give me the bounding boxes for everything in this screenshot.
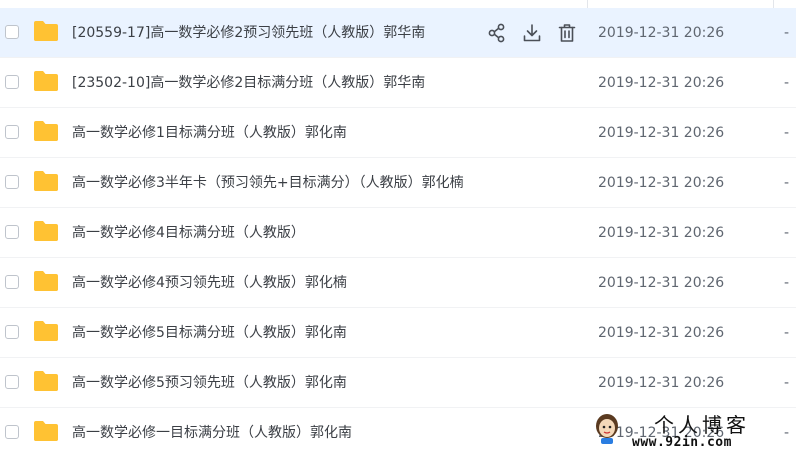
folder-icon — [34, 121, 58, 141]
row-checkbox[interactable] — [5, 175, 19, 189]
row-checkbox[interactable] — [5, 75, 19, 89]
folder-icon — [34, 421, 58, 441]
delete-icon[interactable] — [556, 22, 578, 44]
file-name[interactable]: 高一数学必修5目标满分班（人教版）郭化南 — [72, 324, 347, 342]
watermark-title: 个人博客 — [654, 413, 750, 437]
folder-icon — [34, 171, 58, 191]
folder-icon — [34, 371, 58, 391]
row-checkbox[interactable] — [5, 25, 19, 39]
row-checkbox[interactable] — [5, 125, 19, 139]
file-name[interactable]: 高一数学必修4预习领先班（人教版）郭化楠 — [72, 274, 347, 292]
file-name[interactable]: 高一数学必修4目标满分班（人教版） — [72, 224, 305, 242]
modified-time: 2019-12-31 20:26 — [598, 125, 725, 141]
file-row[interactable]: [20559-17]高一数学必修2预习领先班（人教版）郭华南 2019-12-31… — [0, 8, 796, 58]
row-checkbox[interactable] — [5, 375, 19, 389]
file-name[interactable]: 高一数学必修3半年卡（预习领先+目标满分）（人教版）郭化楠 — [72, 174, 464, 192]
file-row[interactable]: 高一数学必修4预习领先班（人教版）郭化楠 2019-12-31 20:26 - — [0, 258, 796, 308]
column-divider — [587, 0, 588, 8]
folder-icon — [34, 71, 58, 91]
row-checkbox[interactable] — [5, 225, 19, 239]
modified-time: 2019-12-31 20:26 — [598, 25, 725, 41]
file-size: - — [784, 375, 790, 391]
file-size: - — [784, 175, 790, 191]
file-row[interactable]: 高一数学必修5目标满分班（人教版）郭化南 2019-12-31 20:26 - — [0, 308, 796, 358]
modified-time: 2019-12-31 20:26 — [598, 275, 725, 291]
file-size: - — [784, 25, 790, 41]
download-icon[interactable] — [521, 22, 543, 44]
modified-time: 2019-12-31 20:26 — [598, 225, 725, 241]
folder-icon — [34, 221, 58, 241]
file-row[interactable]: [23502-10]高一数学必修2目标满分班（人教版）郭华南 2019-12-31… — [0, 58, 796, 108]
file-row[interactable]: 高一数学必修1目标满分班（人教版）郭化南 2019-12-31 20:26 - — [0, 108, 796, 158]
file-size: - — [784, 275, 790, 291]
watermark-url: www.92in.com — [632, 435, 732, 450]
mascot-icon — [596, 414, 618, 444]
folder-icon — [34, 271, 58, 291]
modified-time: 2019-12-31 20:26 — [598, 175, 725, 191]
watermark: 个人博客 www.92in.com — [592, 409, 792, 453]
file-size: - — [784, 225, 790, 241]
file-name[interactable]: [23502-10]高一数学必修2目标满分班（人教版）郭华南 — [72, 74, 425, 92]
file-name[interactable]: 高一数学必修1目标满分班（人教版）郭化南 — [72, 124, 347, 142]
modified-time: 2019-12-31 20:26 — [598, 325, 725, 341]
row-checkbox[interactable] — [5, 275, 19, 289]
column-divider — [773, 0, 774, 8]
file-size: - — [784, 325, 790, 341]
file-size: - — [784, 75, 790, 91]
row-checkbox[interactable] — [5, 425, 19, 439]
file-name[interactable]: 高一数学必修一目标满分班（人教版）郭化南 — [72, 424, 352, 442]
file-list-view: [20559-17]高一数学必修2预习领先班（人教版）郭华南 2019-12-31… — [0, 0, 796, 457]
file-size: - — [784, 125, 790, 141]
folder-icon — [34, 321, 58, 341]
file-name[interactable]: [20559-17]高一数学必修2预习领先班（人教版）郭华南 — [72, 24, 425, 42]
share-icon[interactable] — [486, 22, 508, 44]
row-checkbox[interactable] — [5, 325, 19, 339]
modified-time: 2019-12-31 20:26 — [598, 75, 725, 91]
file-row[interactable]: 高一数学必修3半年卡（预习领先+目标满分）（人教版）郭化楠 2019-12-31 … — [0, 158, 796, 208]
file-row[interactable]: 高一数学必修5预习领先班（人教版）郭化南 2019-12-31 20:26 - — [0, 358, 796, 408]
modified-time: 2019-12-31 20:26 — [598, 375, 725, 391]
folder-icon — [34, 21, 58, 41]
file-name[interactable]: 高一数学必修5预习领先班（人教版）郭化南 — [72, 374, 347, 392]
file-row[interactable]: 高一数学必修4目标满分班（人教版） 2019-12-31 20:26 - — [0, 208, 796, 258]
